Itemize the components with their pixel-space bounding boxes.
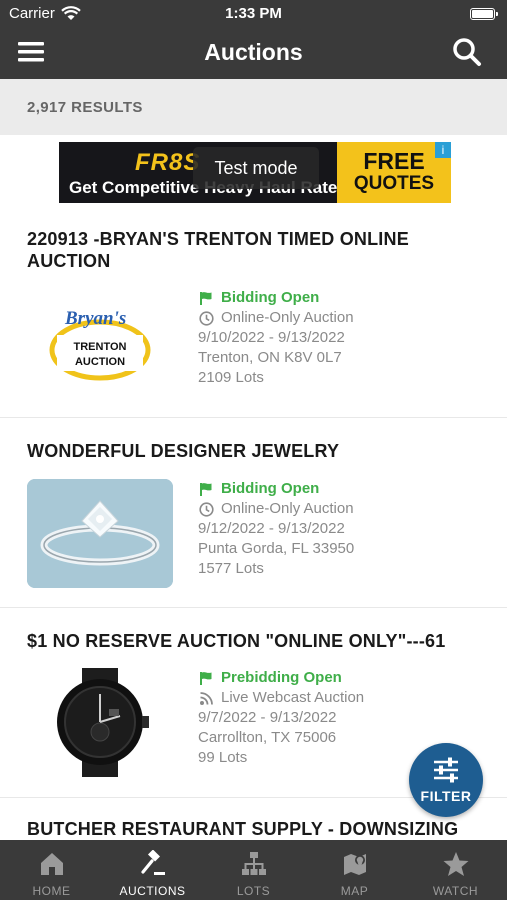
- ad-cta-line1: FREE: [363, 148, 425, 174]
- auction-title: WONDERFUL DESIGNER JEWELRY: [27, 441, 340, 461]
- auction-lot-count: 2109 Lots: [198, 369, 264, 386]
- auction-status-row: Bidding Open: [198, 288, 488, 308]
- hamburger-icon: [18, 42, 44, 62]
- test-mode-overlay: Test mode: [193, 147, 319, 189]
- star-icon: [443, 852, 469, 876]
- results-count: 2,917 RESULTS: [27, 99, 143, 116]
- tab-lots-label: LOTS: [236, 884, 271, 898]
- status-bar: Carrier 1:33 PM: [0, 0, 507, 28]
- map-icon: [344, 854, 366, 875]
- battery-icon: [470, 8, 498, 20]
- auction-lot-count: 1577 Lots: [198, 560, 264, 577]
- tab-map[interactable]: MAP: [304, 840, 405, 900]
- nav-bar: Auctions: [0, 28, 507, 79]
- home-icon: [41, 853, 63, 875]
- auction-info: Bidding Open Online-Only Auction 9/12/20…: [198, 479, 488, 579]
- auction-logo-script: Bryan's: [64, 308, 126, 329]
- page-title: Auctions: [204, 39, 303, 65]
- flag-icon: [200, 483, 212, 496]
- rss-icon: [200, 692, 213, 705]
- auction-logo-line2: AUCTION: [75, 356, 125, 368]
- auction-thumbnail: Bryan's TRENTON AUCTION: [27, 288, 173, 397]
- gavel-icon: [141, 850, 165, 875]
- auction-title: $1 NO RESERVE AUCTION "ONLINE ONLY"---61: [27, 631, 446, 651]
- auction-status: Prebidding Open: [221, 669, 342, 686]
- auction-type-row: Online-Only Auction: [198, 499, 488, 519]
- auction-status: Bidding Open: [221, 289, 320, 306]
- auction-status-row: Bidding Open: [198, 479, 488, 499]
- search-button[interactable]: [451, 36, 487, 70]
- tab-watch[interactable]: WATCH: [405, 840, 506, 900]
- clock-icon: [199, 502, 214, 517]
- auction-dates: 9/12/2022 - 9/13/2022: [198, 520, 345, 537]
- tab-home-label: HOME: [32, 884, 71, 898]
- tab-map-label: MAP: [340, 884, 369, 898]
- results-bar: 2,917 RESULTS: [0, 79, 507, 135]
- auction-thumbnail: [27, 479, 173, 588]
- ad-cta-line2: QUOTES: [353, 173, 435, 194]
- flag-icon: [200, 292, 212, 305]
- auction-title: BUTCHER RESTAURANT SUPPLY - DOWNSIZING: [27, 819, 459, 839]
- auction-location: Punta Gorda, FL 33950: [198, 540, 355, 557]
- sliders-icon: [434, 757, 458, 783]
- auction-card[interactable]: 220913 -BRYAN'S TRENTON TIMED ONLINE AUC…: [0, 228, 507, 418]
- tab-lots[interactable]: LOTS: [203, 840, 304, 900]
- auction-type: Live Webcast Auction: [221, 689, 365, 706]
- auction-location: Trenton, ON K8V 0L7: [198, 349, 342, 366]
- clock-time: 1:33 PM: [225, 5, 282, 22]
- ad-logo: FR8S: [135, 149, 201, 176]
- auction-info: Bidding Open Online-Only Auction 9/10/20…: [198, 288, 488, 388]
- tab-home[interactable]: HOME: [1, 840, 102, 900]
- auction-logo-line1: TRENTON: [74, 341, 127, 353]
- tab-auctions-label: AUCTIONS: [119, 884, 186, 898]
- tab-bar: HOME AUCTIONS LOTS MAP WATCH: [0, 840, 507, 900]
- auction-title: 220913 -BRYAN'S TRENTON TIMED ONLINE AUC…: [27, 229, 409, 271]
- auction-type: Online-Only Auction: [221, 500, 354, 517]
- auction-status: Bidding Open: [221, 480, 320, 497]
- ad-banner[interactable]: FR8S Get Competitive Heavy Haul Rates FR…: [59, 142, 451, 203]
- auction-status-row: Prebidding Open: [198, 668, 488, 688]
- filter-button[interactable]: FILTER: [409, 743, 483, 817]
- ad-cta-panel: FREE QUOTES: [337, 142, 451, 203]
- auction-dates: 9/10/2022 - 9/13/2022: [198, 329, 345, 346]
- flag-icon: [200, 672, 212, 685]
- tab-watch-label: WATCH: [432, 884, 479, 898]
- auction-type: Online-Only Auction: [221, 309, 354, 326]
- auction-dates: 9/7/2022 - 9/13/2022: [198, 709, 337, 726]
- auction-card[interactable]: WONDERFUL DESIGNER JEWELRY Bidding Open …: [0, 418, 507, 608]
- auction-type-row: Online-Only Auction: [198, 308, 488, 328]
- sitemap-icon: [242, 852, 266, 875]
- clock-icon: [199, 311, 214, 326]
- menu-button[interactable]: [18, 38, 60, 70]
- auction-type-row: Live Webcast Auction: [198, 688, 488, 708]
- ad-info-icon[interactable]: i: [435, 142, 451, 158]
- search-icon: [453, 38, 481, 66]
- auction-thumbnail: [27, 668, 173, 777]
- tab-auctions[interactable]: AUCTIONS: [102, 840, 203, 900]
- filter-button-label: FILTER: [420, 788, 472, 804]
